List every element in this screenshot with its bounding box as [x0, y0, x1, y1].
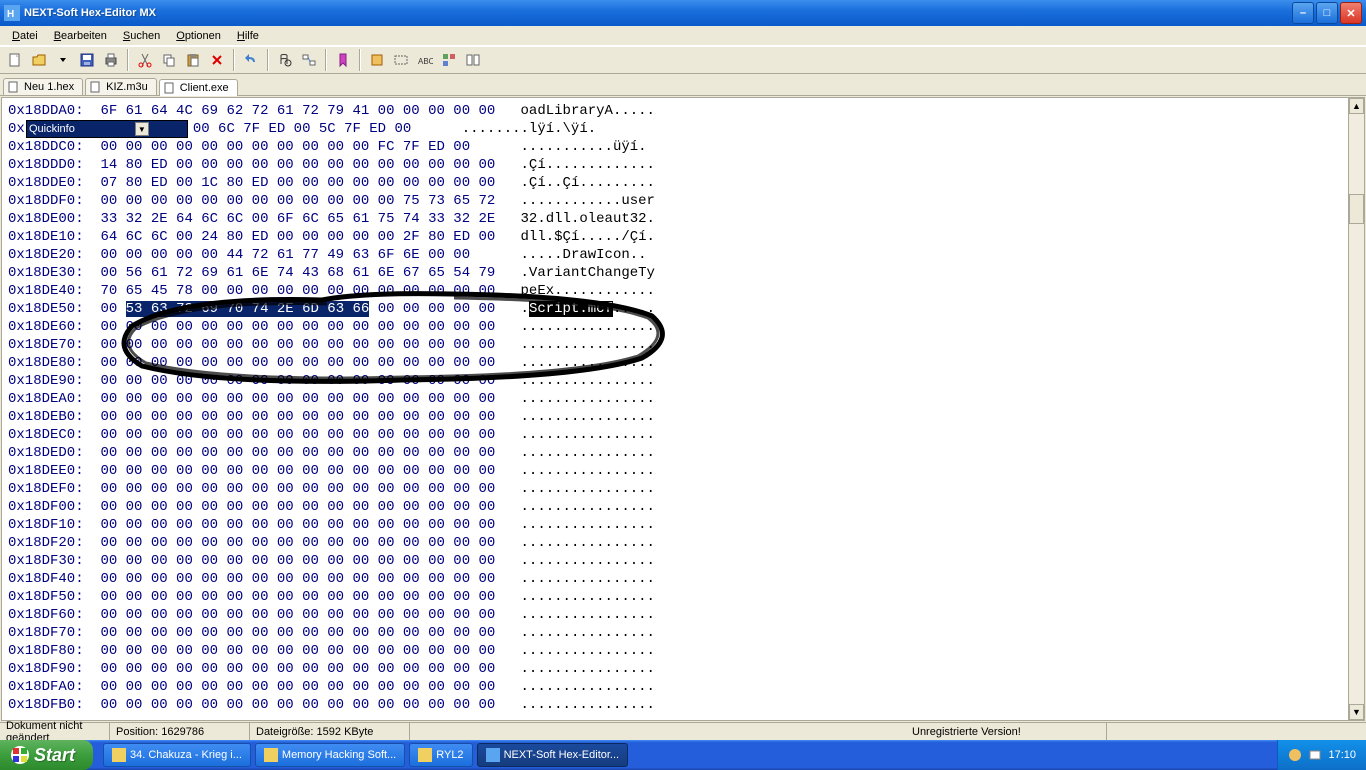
app-icon: H	[4, 5, 20, 21]
maximize-button[interactable]: □	[1316, 2, 1338, 24]
open-file-icon[interactable]	[28, 49, 50, 71]
chevron-down-icon[interactable]: ▼	[135, 122, 149, 136]
scroll-thumb[interactable]	[1349, 194, 1364, 224]
tray-icon[interactable]	[1308, 748, 1322, 762]
scroll-up-icon[interactable]: ▲	[1349, 98, 1364, 114]
window-title: NEXT-Soft Hex-Editor MX	[24, 7, 1292, 19]
taskbar-item[interactable]: NEXT-Soft Hex-Editor...	[477, 743, 629, 767]
tray-icon[interactable]	[1288, 748, 1302, 762]
structure-icon[interactable]	[438, 49, 460, 71]
tab-neu1[interactable]: Neu 1.hex	[3, 78, 83, 95]
dropdown-arrow-icon[interactable]	[52, 49, 74, 71]
menu-optionen[interactable]: Optionen	[168, 28, 229, 44]
menu-bearbeiten[interactable]: Bearbeiten	[46, 28, 115, 44]
window-titlebar: H NEXT-Soft Hex-Editor MX – □ ✕	[0, 0, 1366, 26]
tool-icon[interactable]	[366, 49, 388, 71]
tab-kiz[interactable]: KIZ.m3u	[85, 78, 157, 95]
menu-bar: Datei Bearbeiten Suchen Optionen Hilfe	[0, 26, 1366, 46]
save-icon[interactable]	[76, 49, 98, 71]
clock[interactable]: 17:10	[1328, 749, 1356, 761]
taskbar-item[interactable]: RYL2	[409, 743, 472, 767]
bookmark-icon[interactable]	[332, 49, 354, 71]
svg-text:ABC: ABC	[418, 57, 433, 66]
scroll-down-icon[interactable]: ▼	[1349, 704, 1364, 720]
start-button[interactable]: Start	[0, 740, 93, 770]
select-icon[interactable]	[390, 49, 412, 71]
find-icon[interactable]	[274, 49, 296, 71]
file-icon	[164, 82, 176, 94]
status-bar: Dokument nicht geändert Position: 162978…	[0, 722, 1366, 740]
menu-suchen[interactable]: Suchen	[115, 28, 168, 44]
file-icon	[90, 81, 102, 93]
tab-client[interactable]: Client.exe	[159, 79, 238, 96]
compare-icon[interactable]	[462, 49, 484, 71]
taskbar: Start 34. Chakuza - Krieg i...Memory Hac…	[0, 740, 1366, 770]
toolbar: ABC	[0, 46, 1366, 74]
minimize-button[interactable]: –	[1292, 2, 1314, 24]
copy-icon[interactable]	[158, 49, 180, 71]
tab-bar: Neu 1.hex KIZ.m3u Client.exe	[0, 74, 1366, 96]
replace-icon[interactable]	[298, 49, 320, 71]
close-button[interactable]: ✕	[1340, 2, 1362, 24]
cut-icon[interactable]	[134, 49, 156, 71]
paste-icon[interactable]	[182, 49, 204, 71]
status-position: Position: 1629786	[110, 723, 250, 740]
menu-datei[interactable]: Datei	[4, 28, 46, 44]
taskbar-item[interactable]: 34. Chakuza - Krieg i...	[103, 743, 251, 767]
menu-hilfe[interactable]: Hilfe	[229, 28, 267, 44]
text-tool-icon[interactable]: ABC	[414, 49, 436, 71]
delete-icon[interactable]	[206, 49, 228, 71]
status-unregistered: Unregistrierte Version!	[906, 723, 1106, 740]
new-file-icon[interactable]	[4, 49, 26, 71]
status-doc: Dokument nicht geändert	[0, 723, 110, 740]
print-icon[interactable]	[100, 49, 122, 71]
hex-view[interactable]: 0x18DDA0: 6F 61 64 4C 69 62 72 61 72 79 …	[1, 97, 1365, 721]
system-tray[interactable]: 17:10	[1277, 740, 1366, 770]
quickinfo-dropdown[interactable]: Quickinfo ▼	[26, 120, 188, 138]
file-icon	[8, 81, 20, 93]
taskbar-item[interactable]: Memory Hacking Soft...	[255, 743, 405, 767]
vertical-scrollbar[interactable]: ▲ ▼	[1348, 98, 1364, 720]
svg-text:H: H	[7, 9, 14, 20]
undo-icon[interactable]	[240, 49, 262, 71]
status-filesize: Dateigröße: 1592 KByte	[250, 723, 410, 740]
